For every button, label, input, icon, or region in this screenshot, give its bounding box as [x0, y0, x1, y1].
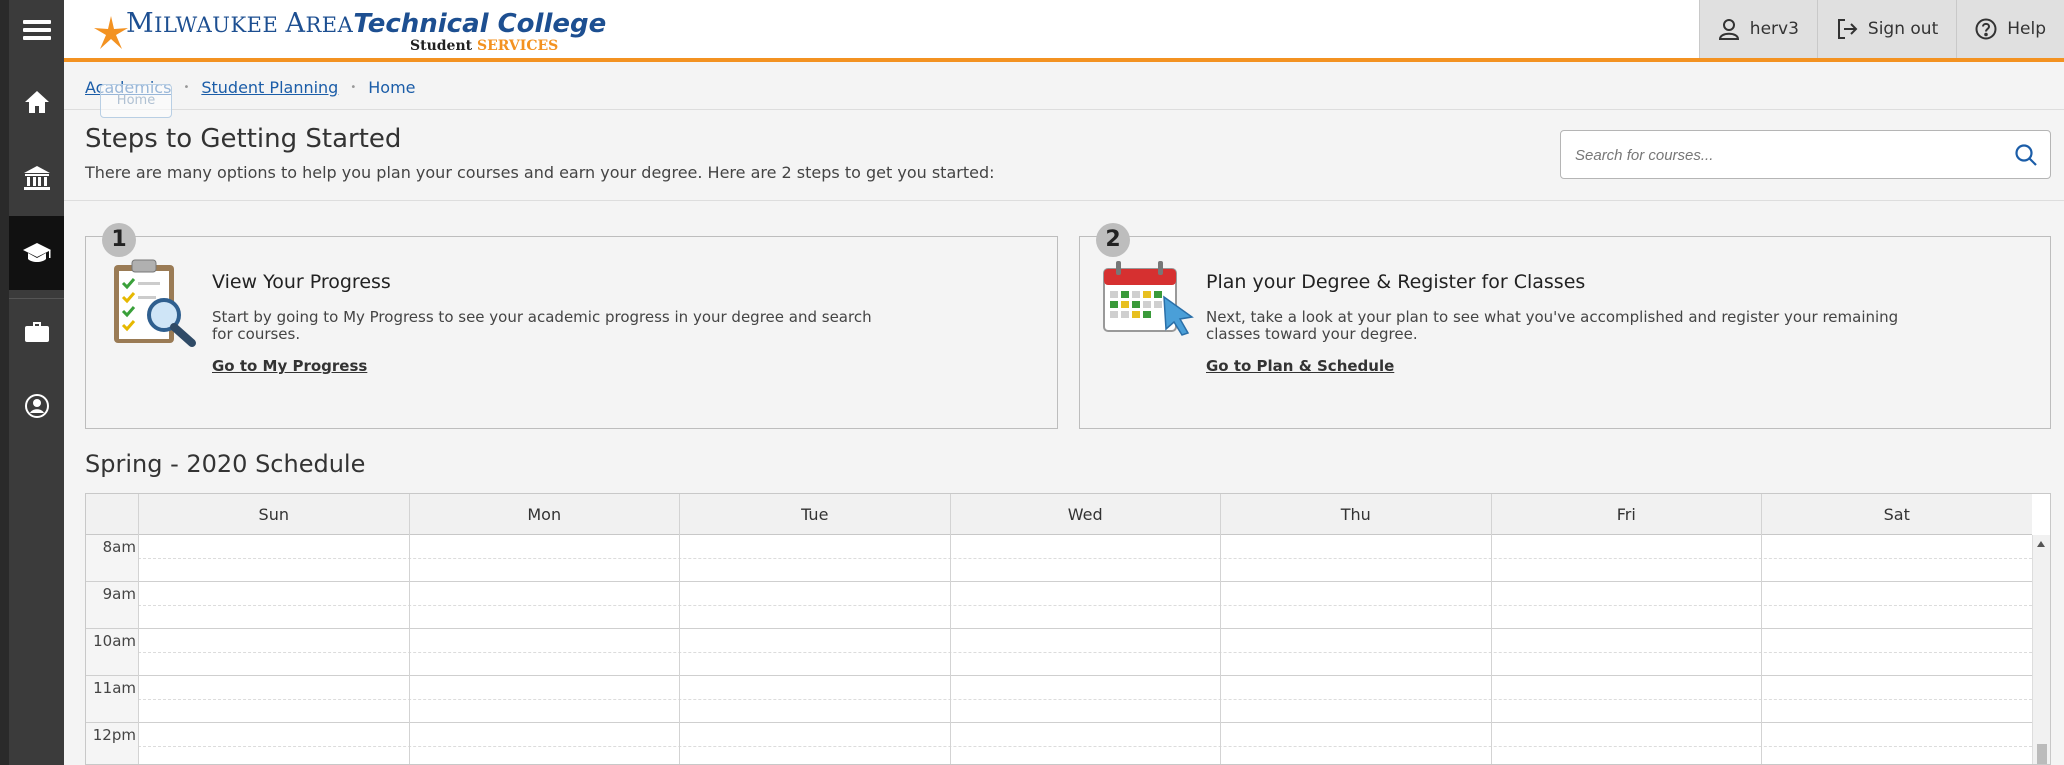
hour-label: 10am [93, 632, 136, 650]
hamburger-icon [22, 20, 51, 40]
hour-label: 9am [102, 585, 136, 603]
step-card-plan: 2 Plan your Degree & Register for Classe… [1079, 223, 2051, 429]
hour-label: 11am [93, 679, 136, 697]
hour-row[interactable]: 8am [86, 535, 2032, 582]
help-icon [1975, 18, 1997, 40]
nav-student-planning-button[interactable] [9, 216, 64, 290]
graduation-cap-icon [22, 243, 51, 262]
rail-separator [9, 298, 64, 299]
day-header-mon: Mon [408, 494, 680, 535]
schedule-calendar[interactable]: Sun Mon Tue Wed Thu Fri Sat 8am 9am 10am 11am 12pm [85, 493, 2051, 765]
user-circle-icon [24, 394, 49, 418]
menu-button[interactable] [9, 0, 64, 60]
day-column-divider [138, 494, 139, 764]
step-description: Start by going to My Progress to see you… [212, 308, 872, 343]
course-search-input[interactable] [1575, 143, 1995, 167]
clipboard-magnifier-icon [108, 257, 198, 351]
user-icon [1718, 19, 1739, 40]
search-button[interactable] [2014, 143, 2038, 171]
nav-academics-button[interactable] [9, 148, 64, 208]
star-logo-icon [94, 16, 128, 49]
day-column-divider [1490, 494, 1492, 764]
college-logo[interactable]: MILWAUKEE AREATechnical College Student … [94, 6, 606, 56]
hour-row[interactable]: 11am [86, 676, 2032, 723]
top-header: MILWAUKEE AREATechnical College Student … [64, 0, 2064, 62]
step-number-badge: 1 [102, 223, 136, 257]
logo-wordmark: MILWAUKEE AREATechnical College [126, 8, 607, 39]
half-hour-line [138, 746, 2032, 747]
hour-row[interactable]: 9am [86, 582, 2032, 629]
breadcrumb-separator: • [183, 82, 190, 93]
home-tooltip: Home [100, 84, 172, 118]
search-icon [2015, 144, 2037, 166]
step-card-progress: 1 View Your Progress Start by going to M… [85, 223, 1058, 429]
logo-subtitle: Student SERVICES [410, 38, 559, 54]
step-title: View Your Progress [212, 271, 391, 293]
day-column-divider [679, 494, 680, 764]
breadcrumb: Academics • Student Planning • Home [64, 66, 2064, 110]
day-header-fri: Fri [1490, 494, 1762, 535]
institution-icon [23, 166, 50, 190]
breadcrumb-current: Home [368, 78, 416, 97]
calendar-cursor-icon [1102, 257, 1198, 341]
half-hour-line [138, 699, 2032, 700]
page-title: Steps to Getting Started [85, 124, 402, 154]
scroll-up-arrow-icon[interactable] [2037, 541, 2045, 547]
left-nav-rail [0, 0, 64, 765]
hour-row[interactable]: 10am [86, 629, 2032, 676]
help-label: Help [2007, 19, 2046, 39]
day-header-wed: Wed [949, 494, 1221, 535]
sign-out-icon [1837, 19, 1858, 39]
day-column-divider [949, 494, 951, 764]
breadcrumb-separator: • [350, 82, 357, 93]
sign-out-button[interactable]: Sign out [1816, 0, 1957, 58]
step-number-badge: 2 [1096, 223, 1130, 257]
day-column-divider [1761, 494, 1762, 764]
header-actions: herv3 Sign out Help [1698, 0, 2064, 58]
day-column-divider [408, 494, 410, 764]
nav-home-button[interactable] [9, 72, 64, 132]
rail-edge [0, 0, 9, 765]
schedule-title: Spring - 2020 Schedule [85, 450, 366, 478]
day-column-divider [1220, 494, 1221, 764]
logo-technical-college: Technical College [353, 9, 607, 39]
help-button[interactable]: Help [1956, 0, 2064, 58]
day-header-tue: Tue [679, 494, 950, 535]
briefcase-icon [24, 322, 49, 342]
home-icon [24, 91, 49, 113]
calendar-header: Sun Mon Tue Wed Thu Fri Sat [86, 494, 2032, 535]
nav-profile-button[interactable] [9, 376, 64, 436]
sign-out-label: Sign out [1867, 19, 1939, 39]
half-hour-line [138, 558, 2032, 559]
day-header-thu: Thu [1220, 494, 1491, 535]
step-description: Next, take a look at your plan to see wh… [1206, 308, 1899, 343]
username-label: herv3 [1749, 19, 1799, 39]
half-hour-line [138, 605, 2032, 606]
section-divider [64, 200, 2064, 201]
breadcrumb-student-planning[interactable]: Student Planning [201, 78, 338, 97]
page-description: There are many options to help you plan … [85, 163, 995, 182]
nav-financial-button[interactable] [9, 302, 64, 362]
course-search-box [1560, 130, 2051, 179]
go-to-my-progress-link[interactable]: Go to My Progress [212, 357, 367, 375]
go-to-plan-schedule-link[interactable]: Go to Plan & Schedule [1206, 357, 1394, 375]
scrollbar-thumb[interactable] [2037, 744, 2047, 764]
hour-row[interactable]: 12pm [86, 723, 2032, 764]
day-header-sun: Sun [138, 494, 409, 535]
calendar-scrollbar[interactable] [2032, 535, 2050, 764]
hour-label: 8am [102, 538, 136, 556]
half-hour-line [138, 652, 2032, 653]
day-header-sat: Sat [1761, 494, 2032, 535]
user-menu-button[interactable]: herv3 [1698, 0, 1817, 58]
step-title: Plan your Degree & Register for Classes [1206, 271, 1586, 293]
hour-label: 12pm [92, 726, 136, 744]
